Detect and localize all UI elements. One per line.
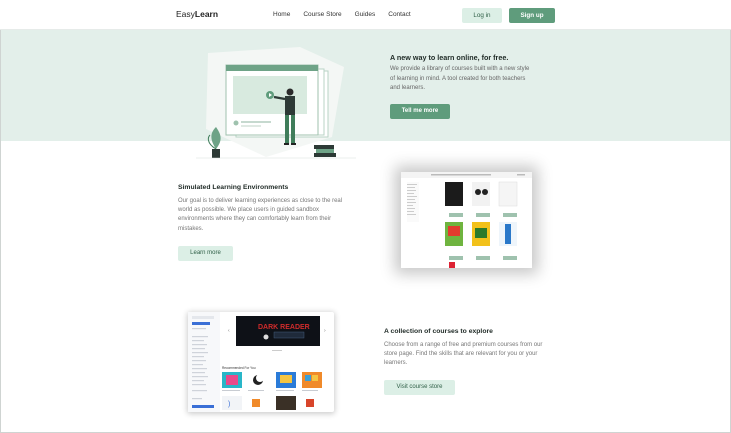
site-logo[interactable]: EasyLearn <box>176 9 218 19</box>
login-button[interactable]: Log in <box>462 8 502 23</box>
logo-bold: Learn <box>194 9 219 19</box>
course-store-preview-image: DARK READER ‹ › Recommended For You ) <box>188 312 326 412</box>
svg-text:): ) <box>228 401 230 408</box>
logo-prefix: Easy <box>176 9 195 19</box>
visit-course-store-button[interactable]: Visit course store <box>384 380 455 395</box>
course-store-screenshot: DARK READER ‹ › Recommended For You ) <box>188 312 334 412</box>
svg-text:›: › <box>324 328 326 334</box>
hero-text: We provide a library of courses built wi… <box>390 66 530 91</box>
section-simulated-text: Our goal is to deliver learning experien… <box>178 198 343 232</box>
nav-link-contact[interactable]: Contact <box>388 11 410 18</box>
learn-more-button[interactable]: Learn more <box>178 246 233 261</box>
signup-button[interactable]: Sign up <box>509 8 555 23</box>
section-courses-title: A collection of courses to explore <box>384 328 493 335</box>
hero-title: A new way to learn online, for free. <box>390 53 509 62</box>
hero-illustration <box>196 47 356 159</box>
svg-text:‹: ‹ <box>228 328 230 334</box>
section-simulated-title: Simulated Learning Environments <box>178 184 289 191</box>
section-courses-text: Choose from a range of free and premium … <box>384 342 543 367</box>
tell-me-more-button[interactable]: Tell me more <box>390 104 450 119</box>
top-navbar: EasyLearn Home Course Store Guides Conta… <box>0 0 731 30</box>
nav-link-guides[interactable]: Guides <box>355 11 376 18</box>
recommended-heading: Recommended For You <box>222 366 256 370</box>
nav-links: Home Course Store Guides Contact <box>273 11 411 18</box>
nav-link-home[interactable]: Home <box>273 11 290 18</box>
store-preview-image <box>401 172 532 268</box>
hero-section <box>1 30 730 141</box>
sandbox-store-screenshot <box>401 172 532 268</box>
nav-link-course-store[interactable]: Course Store <box>303 11 341 18</box>
dark-reader-banner-text: DARK READER <box>258 324 310 331</box>
